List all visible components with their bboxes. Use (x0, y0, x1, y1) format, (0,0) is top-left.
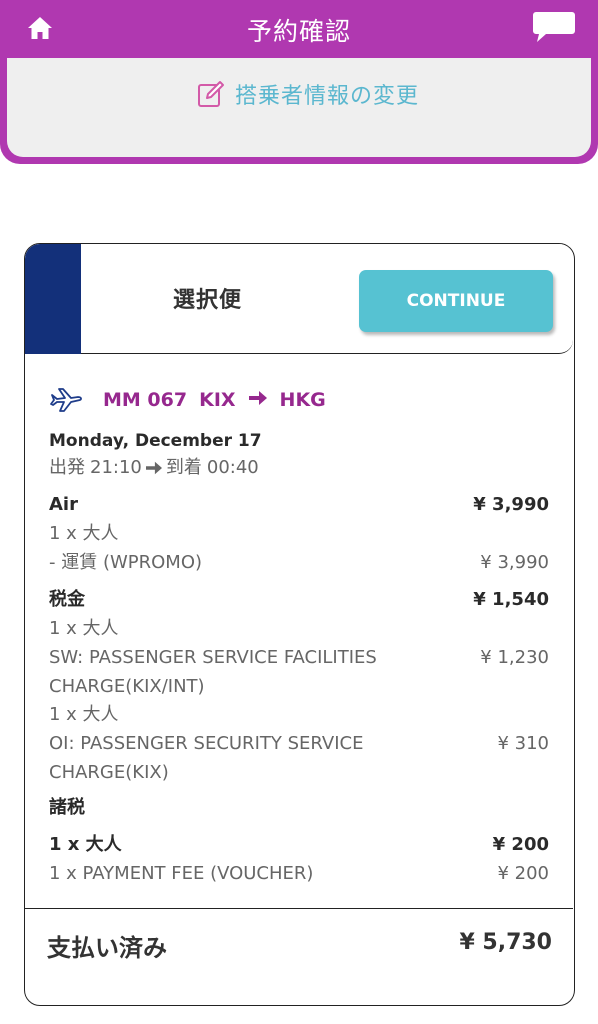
sw-charge-line1: SW: PASSENGER SERVICE FACILITIES (49, 647, 377, 668)
air-label: Air (49, 494, 78, 515)
chat-bubble-icon (533, 12, 575, 42)
fees-pax-amount: ¥ 200 (492, 834, 549, 855)
tax-pax2-row: 1 x 大人 (49, 703, 549, 727)
fare-row: - 運賃 (WPROMO) ¥ 3,990 (49, 551, 549, 575)
oi-charge-row: OI: PASSENGER SECURITY SERVICE CHARGE(KI… (49, 732, 549, 785)
selected-flight-label: 選択便 (173, 288, 243, 313)
total-divider (25, 908, 573, 909)
tax-amount: ¥ 1,540 (473, 589, 549, 610)
edit-passenger-link[interactable]: 搭乗者情報の変更 (197, 78, 419, 110)
total-amount: ¥ 5,730 (459, 930, 552, 955)
card-stripe (25, 244, 81, 354)
page-title: 予約確認 (246, 17, 351, 46)
destination-code: HKG (279, 389, 326, 411)
continue-button[interactable]: CONTINUE (359, 270, 553, 332)
chat-button[interactable] (532, 10, 576, 44)
plane-icon (50, 388, 82, 412)
fees-label: 諸税 (49, 797, 85, 818)
edit-icon (198, 81, 224, 107)
air-row: Air ¥ 3,990 (49, 493, 549, 517)
flight-number: MM 067 (103, 389, 188, 411)
tax-pax: 1 x 大人 (49, 618, 119, 639)
top-bar: 予約確認 (0, 0, 598, 58)
flight-date: Monday, December 17 (49, 431, 262, 451)
flight-date-row: Monday, December 17 (49, 429, 549, 453)
payment-fee-amount: ¥ 200 (497, 863, 549, 884)
air-amount: ¥ 3,990 (473, 494, 549, 515)
oi-charge-line2: CHARGE(KIX) (49, 762, 169, 783)
card-header: 選択便 CONTINUE (25, 244, 573, 354)
passenger-panel-inner: 搭乗者情報の変更 (7, 58, 591, 157)
flight-times-row: 出発 21:10 到着 00:40 (49, 456, 549, 480)
departure-label: 出発 (49, 457, 85, 478)
flight-route: MM 067 KIX HKG (49, 385, 326, 415)
arrival-label: 到着 (165, 457, 202, 478)
oi-charge-label: OI: PASSENGER SECURITY SERVICE CHARGE(KI… (49, 732, 409, 785)
payment-fee-label: 1 x PAYMENT FEE (VOUCHER) (49, 863, 314, 884)
sw-charge-line2: CHARGE(KIX/INT) (49, 676, 205, 697)
air-pax-row: 1 x 大人 (49, 522, 549, 546)
oi-charge-line1: OI: PASSENGER SECURITY SERVICE (49, 733, 364, 754)
fare-amount: ¥ 3,990 (480, 552, 549, 573)
tax-row: 税金 ¥ 1,540 (49, 588, 549, 612)
passenger-panel: 搭乗者情報の変更 (0, 58, 598, 164)
tax-pax-row: 1 x 大人 (49, 617, 549, 641)
sw-charge-label: SW: PASSENGER SERVICE FACILITIES CHARGE(… (49, 646, 409, 699)
tax-pax2: 1 x 大人 (49, 704, 119, 725)
sw-charge-amount: ¥ 1,230 (480, 647, 549, 668)
edit-passenger-label: 搭乗者情報の変更 (235, 84, 420, 109)
arrow-right-icon (145, 461, 162, 475)
arrival-time: 00:40 (206, 457, 259, 478)
tax-label: 税金 (49, 589, 85, 610)
departure-time: 21:10 (90, 457, 142, 478)
payment-fee-row: 1 x PAYMENT FEE (VOUCHER) ¥ 200 (49, 862, 549, 886)
total-label: 支払い済み (47, 934, 167, 962)
oi-charge-amount: ¥ 310 (497, 733, 549, 754)
fees-pax-row: 1 x 大人 ¥ 200 (49, 833, 549, 857)
origin-code: KIX (199, 389, 236, 411)
air-pax: 1 x 大人 (49, 523, 119, 544)
sw-charge-row: SW: PASSENGER SERVICE FACILITIES CHARGE(… (49, 646, 549, 699)
fare-label: - 運賃 (WPROMO) (49, 552, 203, 573)
booking-card: 選択便 CONTINUE MM 067 KIX HKG Monday, Dece… (24, 243, 575, 1006)
arrow-right-icon (248, 389, 268, 411)
fees-pax: 1 x 大人 (49, 834, 122, 855)
fees-row: 諸税 (49, 796, 549, 820)
